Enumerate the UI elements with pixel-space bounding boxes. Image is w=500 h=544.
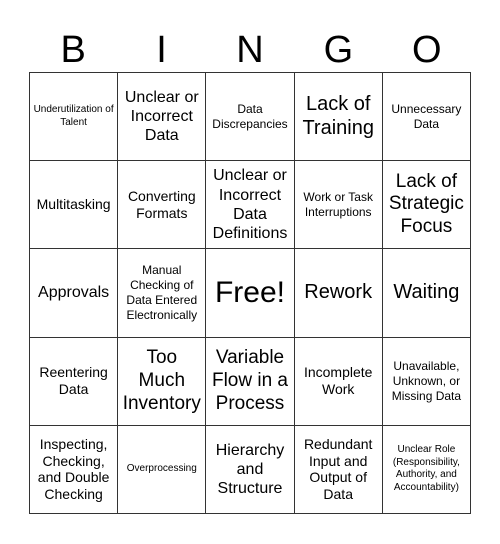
cell-text: Data Discrepancies [212,101,288,131]
bingo-cell-r2c4[interactable]: Work or Task Interruptions [294,161,383,250]
bingo-cell-r5c4[interactable]: Redundant Input and Output of Data [294,425,383,514]
cell-text: Underutilization of Talent [33,104,114,128]
cell-text: Unnecessary Data [391,101,462,131]
bingo-cell-free[interactable]: Free! [206,249,295,338]
header-letter-i: I [156,29,167,71]
cell-text: Hierarchy and Structure [215,441,285,497]
bingo-cell-r1c3[interactable]: Data Discrepancies [206,73,295,162]
cell-text: Lack of Training [302,93,374,139]
bingo-cell-r2c2[interactable]: Converting Formats [118,161,207,250]
bingo-cell-r3c1[interactable]: Approvals [30,249,119,338]
cell-text: Incomplete Work [303,364,373,398]
cell-text: Variable Flow in a Process [211,347,288,414]
cell-text: Reentering Data [39,364,108,398]
cell-text: Work or Task Interruptions [303,189,373,219]
cell-text: Approvals [38,284,110,302]
bingo-cell-r1c5[interactable]: Unnecessary Data [382,73,471,162]
bingo-cell-r2c1[interactable]: Multitasking [30,161,119,250]
header-letter-b: B [60,29,86,71]
bingo-cell-r1c2[interactable]: Unclear or Incorrect Data [118,73,207,162]
cell-text: Lack of Strategic Focus [388,170,464,238]
bingo-cell-r5c2[interactable]: Overprocessing [118,425,207,514]
cell-text: Converting Formats [127,187,196,221]
bingo-cell-r1c4[interactable]: Lack of Training [294,73,383,162]
bingo-cell-r3c4[interactable]: Rework [294,249,383,338]
cell-text: Multitasking [36,196,111,213]
bingo-cell-r4c1[interactable]: Reentering Data [30,337,119,426]
header-letter-g: G [323,29,354,71]
bingo-cell-r2c5[interactable]: Lack of Strategic Focus [382,161,471,250]
cell-text: Redundant Input and Output of Data [303,435,373,503]
bingo-header: B I N G O [29,26,471,74]
bingo-cell-r4c2[interactable]: Too Much Inventory [118,337,207,426]
bingo-cell-r1c1[interactable]: Underutilization of Talent [30,73,119,162]
bingo-cell-r4c4[interactable]: Incomplete Work [294,337,383,426]
cell-text: Unclear or Incorrect Data Definitions [212,167,288,242]
cell-text: Rework [304,281,373,304]
bingo-cell-r5c5[interactable]: Unclear Role (Responsibility, Authority,… [382,425,471,514]
header-letter-o: O [411,29,442,71]
cell-text: Manual Checking of Data Entered Electron… [126,262,198,322]
header-letter-n: N [236,29,264,71]
bingo-cell-r5c3[interactable]: Hierarchy and Structure [206,425,295,514]
cell-text: Unclear or Incorrect Data [124,88,199,145]
bingo-cell-r2c3[interactable]: Unclear or Incorrect Data Definitions [206,161,295,250]
cell-text: Overprocessing [126,463,197,475]
cell-text: Waiting [393,281,460,304]
cell-text: Too Much Inventory [122,347,201,414]
free-space-text: Free! [214,275,285,309]
cell-text: Unclear Role (Responsibility, Authority,… [392,444,460,493]
bingo-card-grid: Underutilization of Talent Unclear or In… [29,72,471,514]
bingo-cell-r5c1[interactable]: Inspecting, Checking, and Double Checkin… [30,425,119,514]
bingo-cell-r3c2[interactable]: Manual Checking of Data Entered Electron… [118,249,207,338]
cell-text: Unavailable, Unknown, or Missing Data [391,358,462,403]
cell-text: Inspecting, Checking, and Double Checkin… [37,435,110,503]
bingo-cell-r4c3[interactable]: Variable Flow in a Process [206,337,295,426]
bingo-cell-r4c5[interactable]: Unavailable, Unknown, or Missing Data [382,337,471,426]
bingo-cell-r3c5[interactable]: Waiting [382,249,471,338]
